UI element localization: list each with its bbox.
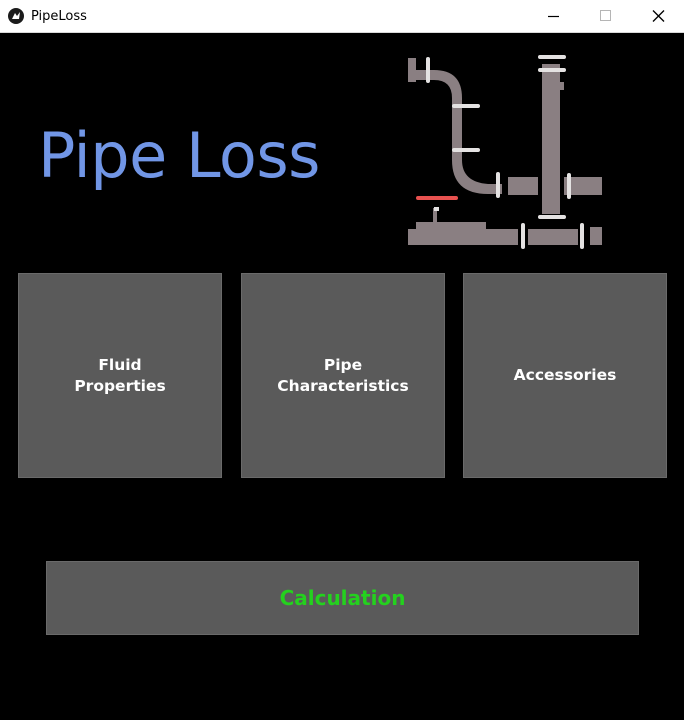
close-icon bbox=[652, 10, 665, 22]
accessories-button[interactable]: Accessories bbox=[463, 273, 667, 478]
window-title: PipeLoss bbox=[31, 9, 87, 24]
pipes-illustration bbox=[408, 55, 602, 249]
fluid-properties-label: Fluid Properties bbox=[74, 355, 166, 395]
pipe-characteristics-label: Pipe Characteristics bbox=[277, 355, 409, 395]
close-button[interactable] bbox=[632, 0, 684, 32]
page-title: Pipe Loss bbox=[38, 119, 320, 192]
calculation-button[interactable]: Calculation bbox=[46, 561, 639, 635]
minimize-icon bbox=[548, 15, 559, 18]
accessories-label: Accessories bbox=[513, 366, 617, 384]
maximize-icon bbox=[600, 10, 611, 21]
calculation-label: Calculation bbox=[279, 586, 406, 610]
fluid-properties-button[interactable]: Fluid Properties bbox=[18, 273, 222, 478]
minimize-button[interactable] bbox=[528, 0, 580, 32]
kivy-logo-icon bbox=[8, 8, 24, 24]
pipe-characteristics-button[interactable]: Pipe Characteristics bbox=[241, 273, 445, 478]
window-titlebar: PipeLoss bbox=[0, 0, 684, 33]
maximize-button[interactable] bbox=[580, 0, 632, 32]
